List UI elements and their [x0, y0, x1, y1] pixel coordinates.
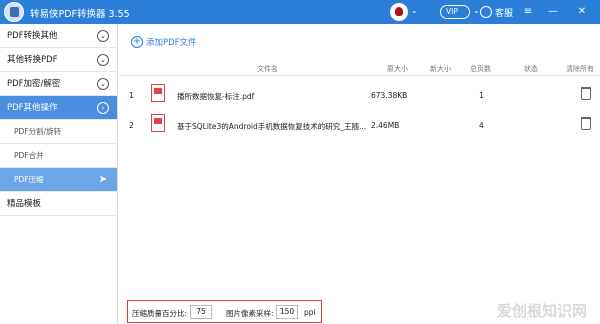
- sidebar-subitem-merge[interactable]: PDF合并: [0, 144, 117, 168]
- chevron-right-icon: ›: [97, 102, 109, 114]
- row-index: 1: [129, 91, 134, 100]
- customer-service-icon: [480, 6, 492, 18]
- delete-icon[interactable]: [581, 117, 591, 130]
- user-menu-chevron-icon[interactable]: ⌄: [411, 6, 418, 15]
- app-title: 转易侠PDF转换器 3.55: [30, 9, 130, 20]
- row-original-size: 2.46MB: [371, 121, 400, 130]
- quality-input[interactable]: 75: [190, 305, 212, 319]
- delete-icon[interactable]: [581, 87, 591, 100]
- col-new-size: 新大小: [430, 65, 451, 73]
- quality-label: 压缩质量百分比:: [132, 309, 188, 318]
- sidebar-item-label: 其他转换PDF: [7, 55, 58, 65]
- row-filename: 播所数据恢复-标注.pdf: [177, 92, 255, 101]
- add-pdf-label: 添加PDF文件: [146, 38, 197, 48]
- vip-badge[interactable]: VIP: [440, 5, 470, 19]
- col-pages: 总页数: [470, 65, 491, 73]
- sidebar-item-other-operations[interactable]: PDF其他操作 ›: [0, 96, 117, 120]
- sidebar-subitem-label: PDF压缩: [14, 175, 44, 184]
- col-status: 状态: [524, 65, 538, 73]
- chevron-down-icon: ⌄: [97, 30, 109, 42]
- row-index: 2: [129, 121, 134, 130]
- compression-settings: 压缩质量百分比: 75 图片像素采样: 150 ppi: [127, 300, 322, 323]
- row-filename: 基于SQLite3的Android手机数据恢复技术的研究_王随...: [177, 122, 367, 131]
- chevron-down-icon: ⌄: [97, 54, 109, 66]
- table-row[interactable]: 2 基于SQLite3的Android手机数据恢复技术的研究_王随... 2.4…: [119, 110, 600, 140]
- vip-chevron-icon[interactable]: ⌄: [473, 6, 480, 15]
- sidebar-item-encrypt-decrypt[interactable]: PDF加密/解密 ⌄: [0, 72, 117, 96]
- sidebar-subitem-split-rotate[interactable]: PDF分割/旋转: [0, 120, 117, 144]
- dpi-unit: ppi: [304, 308, 316, 317]
- dpi-label: 图片像素采样:: [226, 309, 274, 318]
- sidebar-item-label: PDF加密/解密: [7, 79, 61, 89]
- sidebar-subitem-compress[interactable]: PDF压缩 ➤: [0, 168, 117, 192]
- customer-service-label: 客服: [495, 8, 514, 19]
- sidebar-item-templates[interactable]: 精品模板: [0, 192, 117, 216]
- col-original-size: 原大小: [387, 65, 408, 73]
- menu-icon[interactable]: ≡: [520, 4, 536, 20]
- chevron-down-icon: ⌄: [97, 78, 109, 90]
- sidebar-item-other-to-pdf[interactable]: 其他转换PDF ⌄: [0, 48, 117, 72]
- row-pages: 4: [479, 121, 484, 130]
- col-filename: 文件名: [257, 65, 278, 73]
- sidebar-item-label: PDF转换其他: [7, 31, 58, 41]
- table-header: 文件名 原大小 新大小 总页数 状态 清除所有: [119, 62, 600, 76]
- sidebar-item-pdf-to-other[interactable]: PDF转换其他 ⌄: [0, 24, 117, 48]
- dpi-input[interactable]: 150: [276, 305, 298, 319]
- row-original-size: 673.38KB: [371, 91, 408, 100]
- watermark: 爱创根知识网: [497, 302, 588, 320]
- clear-all-button[interactable]: 清除所有: [566, 64, 594, 74]
- close-icon[interactable]: ✕: [574, 4, 590, 20]
- minimize-icon[interactable]: —: [545, 4, 561, 20]
- add-pdf-button[interactable]: + 添加PDF文件: [131, 36, 197, 48]
- pdf-file-icon: [151, 114, 165, 132]
- user-avatar[interactable]: [390, 3, 408, 21]
- row-pages: 1: [479, 91, 484, 100]
- sidebar-item-label: PDF其他操作: [7, 103, 58, 113]
- play-arrow-icon: ➤: [98, 174, 107, 185]
- pdf-file-icon: [151, 84, 165, 102]
- main-panel: + 添加PDF文件 文件名 原大小 新大小 总页数 状态 清除所有 1 播所数据…: [119, 24, 600, 324]
- plus-icon: +: [131, 36, 143, 48]
- title-bar: 转易侠PDF转换器 3.55 ⌄ VIP ⌄ 客服 ≡ — ✕: [0, 0, 600, 24]
- app-logo-icon: [4, 2, 24, 22]
- customer-service-button[interactable]: 客服: [480, 3, 513, 21]
- table-row[interactable]: 1 播所数据恢复-标注.pdf 673.38KB 1: [119, 80, 600, 110]
- sidebar: PDF转换其他 ⌄ 其他转换PDF ⌄ PDF加密/解密 ⌄ PDF其他操作 ›…: [0, 24, 118, 324]
